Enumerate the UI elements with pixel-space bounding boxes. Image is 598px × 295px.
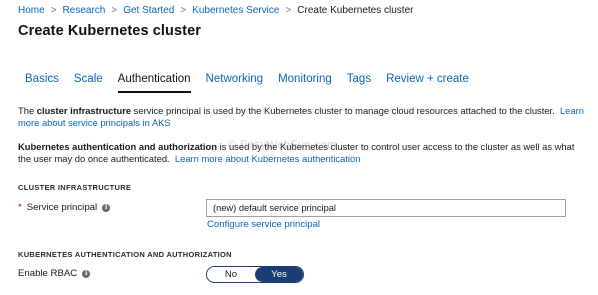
tab-tags[interactable]: Tags xyxy=(347,73,371,93)
info-icon[interactable]: i xyxy=(82,269,91,278)
breadcrumb: Home > Research > Get Started > Kubernet… xyxy=(18,3,413,17)
service-principal-input[interactable]: (new) default service principal xyxy=(206,199,566,217)
enable-rbac-label-text: Enable RBAC xyxy=(18,268,78,279)
info-icon[interactable]: i xyxy=(102,203,111,212)
tab-authentication[interactable]: Authentication xyxy=(117,73,191,93)
chevron-right-icon: > xyxy=(50,4,57,16)
rbac-toggle-no[interactable]: No xyxy=(207,267,255,282)
breadcrumb-research[interactable]: Research xyxy=(63,5,106,16)
breadcrumb-get-started[interactable]: Get Started xyxy=(123,5,174,16)
breadcrumb-current: Create Kubernetes cluster xyxy=(297,4,414,16)
para2-bold: Kubernetes authentication and authorizat… xyxy=(18,141,217,152)
auth-description: Kubernetes authentication and authorizat… xyxy=(18,141,588,165)
section-kubernetes-auth: KUBERNETES AUTHENTICATION AND AUTHORIZAT… xyxy=(18,250,232,259)
tab-scale[interactable]: Scale xyxy=(74,73,103,93)
tab-review-create[interactable]: Review + create xyxy=(386,73,469,93)
tab-bar: Basics Scale Authentication Networking M… xyxy=(25,73,484,93)
chevron-right-icon: > xyxy=(285,4,292,16)
chevron-right-icon: > xyxy=(111,4,118,16)
learn-more-kubernetes-auth-link[interactable]: Learn more about Kubernetes authenticati… xyxy=(175,153,361,164)
tab-basics[interactable]: Basics xyxy=(25,73,59,93)
breadcrumb-home[interactable]: Home xyxy=(18,5,45,16)
infrastructure-description: The cluster infrastructure service princ… xyxy=(18,105,588,129)
required-marker: * xyxy=(18,202,22,213)
tab-monitoring[interactable]: Monitoring xyxy=(278,73,332,93)
service-principal-label-text: Service principal xyxy=(26,202,98,213)
configure-service-principal-link[interactable]: Configure service principal xyxy=(207,219,320,230)
service-principal-label: * Service principal i xyxy=(18,202,111,213)
rbac-toggle[interactable]: No Yes xyxy=(206,266,304,283)
chevron-right-icon: > xyxy=(180,4,187,16)
section-cluster-infrastructure: CLUSTER INFRASTRUCTURE xyxy=(18,183,132,192)
enable-rbac-label: Enable RBAC i xyxy=(18,268,91,279)
tab-networking[interactable]: Networking xyxy=(206,73,264,93)
para1-text: service principal is used by the Kuberne… xyxy=(131,105,555,116)
page-title: Create Kubernetes cluster xyxy=(18,23,202,39)
breadcrumb-kubernetes-service[interactable]: Kubernetes Service xyxy=(192,5,279,16)
para1-bold: cluster infrastructure xyxy=(36,105,132,116)
rbac-toggle-yes[interactable]: Yes xyxy=(255,267,303,282)
para1-pre: The xyxy=(18,105,37,116)
